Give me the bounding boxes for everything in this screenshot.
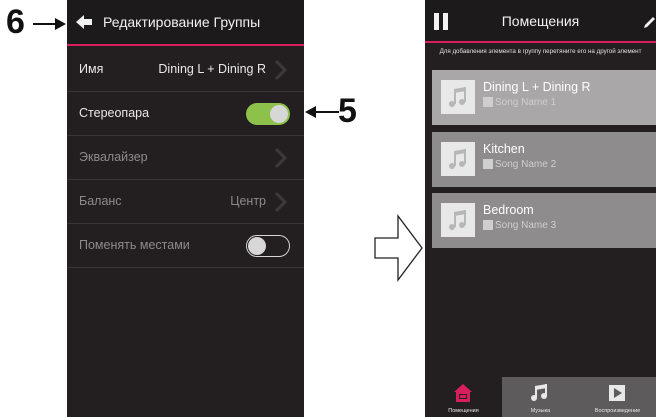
stereo-pair-toggle[interactable] xyxy=(246,103,290,125)
equalizer-label: Эквалайзер xyxy=(79,150,148,164)
callout-5-arrow-icon xyxy=(305,106,339,118)
chevron-right-icon xyxy=(274,147,288,169)
album-art xyxy=(441,203,475,237)
callout-5-number: 5 xyxy=(338,92,357,130)
toggle-knob xyxy=(270,105,288,123)
callout-6-number: 6 xyxy=(6,3,25,41)
balance-row[interactable]: Баланс Центр xyxy=(67,180,304,224)
chevron-right-icon xyxy=(274,59,288,81)
room-card[interactable]: Kitchen Song Name 2 xyxy=(432,132,656,187)
pencil-icon[interactable] xyxy=(642,16,656,30)
swap-channels-label: Поменять местами xyxy=(79,238,190,252)
music-note-icon xyxy=(531,384,547,401)
callout-6: 6 xyxy=(6,5,25,39)
music-note-icon xyxy=(449,210,466,230)
song-name: Song Name 3 xyxy=(495,220,557,231)
room-name: Bedroom xyxy=(483,203,534,217)
rooms-screen: Помещения Для добавления элемента в груп… xyxy=(425,0,656,417)
song-thumbnail xyxy=(483,159,493,169)
page-title: Редактирование Группы xyxy=(103,14,261,30)
room-name: Dining L + Dining R xyxy=(483,80,591,94)
name-value: Dining L + Dining R xyxy=(158,62,266,76)
tab-rooms[interactable]: Помещения xyxy=(425,377,502,417)
song-thumbnail xyxy=(483,220,493,230)
callout-6-arrow-icon xyxy=(33,18,66,30)
music-note-icon xyxy=(449,87,466,107)
music-note-icon xyxy=(449,149,466,169)
drag-hint: Для добавления элемента в группу перетян… xyxy=(439,48,642,55)
swap-channels-row: Поменять местами xyxy=(67,224,304,268)
swap-channels-toggle[interactable] xyxy=(246,235,290,257)
tab-music[interactable]: Музыка xyxy=(502,377,579,417)
play-icon xyxy=(609,385,625,401)
stereo-pair-label: Стереопара xyxy=(79,106,150,120)
bottom-tab-bar: Помещения Музыка Воспроизведение xyxy=(425,377,656,417)
stereo-pair-row: Стереопара xyxy=(67,92,304,136)
page-title: Помещения xyxy=(501,13,580,29)
room-name: Kitchen xyxy=(483,142,525,156)
chevron-right-icon xyxy=(274,191,288,213)
rooms-header: Помещения xyxy=(425,0,656,43)
song-name: Song Name 2 xyxy=(495,159,557,170)
song-name: Song Name 1 xyxy=(495,97,557,108)
house-icon xyxy=(454,384,472,402)
group-edit-screen: Редактирование Группы Имя Dining L + Din… xyxy=(67,0,304,417)
hollow-arrow-icon xyxy=(374,214,423,282)
callout-5: 5 xyxy=(338,94,357,128)
toggle-knob xyxy=(248,236,266,255)
tab-playback-label: Воспроизведение xyxy=(594,408,641,414)
back-arrow-icon[interactable] xyxy=(75,13,93,31)
balance-label: Баланс xyxy=(79,194,122,208)
room-card[interactable]: Bedroom Song Name 3 xyxy=(432,193,656,248)
tab-music-label: Музыка xyxy=(530,408,551,414)
equalizer-row[interactable]: Эквалайзер xyxy=(67,136,304,180)
name-label: Имя xyxy=(79,62,104,76)
balance-value: Центр xyxy=(230,194,266,208)
group-edit-header: Редактирование Группы xyxy=(67,0,304,46)
song-thumbnail xyxy=(483,97,493,107)
room-card[interactable]: Dining L + Dining R Song Name 1 xyxy=(432,70,656,125)
tab-playback[interactable]: Воспроизведение xyxy=(579,377,656,417)
album-art xyxy=(441,80,475,114)
album-art xyxy=(441,142,475,176)
tab-rooms-label: Помещения xyxy=(448,408,479,414)
name-row[interactable]: Имя Dining L + Dining R xyxy=(67,48,304,92)
